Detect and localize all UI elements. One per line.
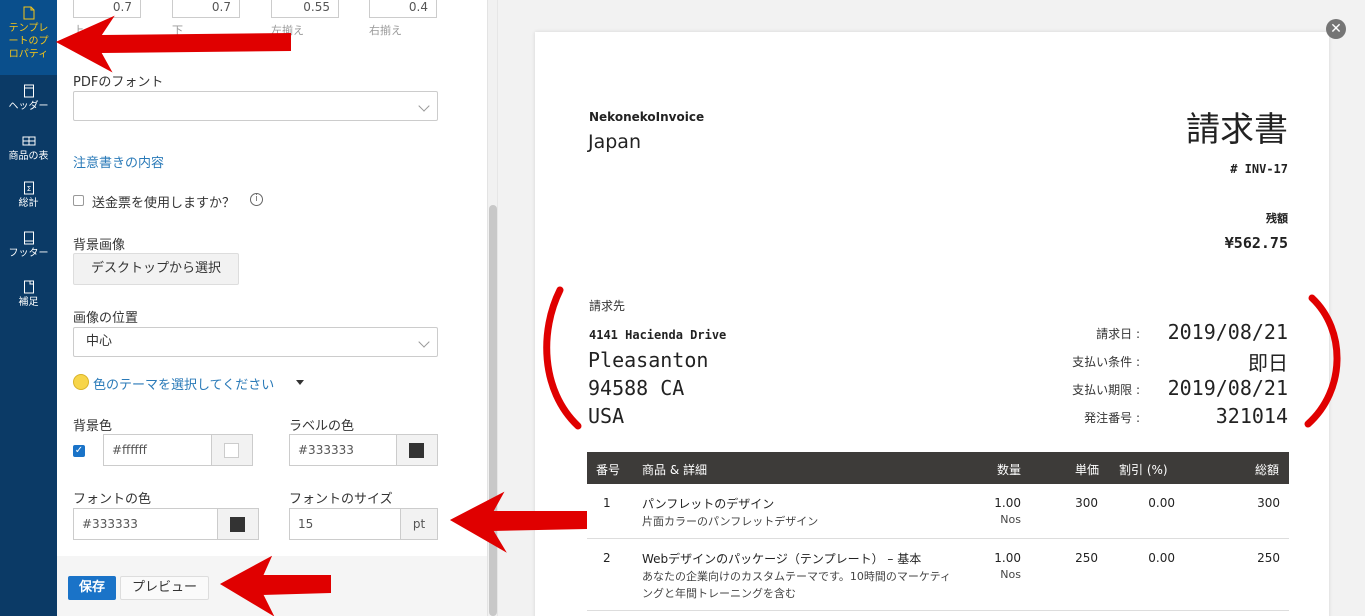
annotation-bracket-left — [543, 286, 582, 430]
annotation-bracket-right — [1304, 294, 1341, 428]
annotation-arrow-save — [219, 555, 331, 616]
annotation-arrow-template-properties — [55, 15, 291, 73]
annotation-overlay — [55, 15, 1341, 616]
annotation-arrow-font-size — [449, 491, 587, 553]
